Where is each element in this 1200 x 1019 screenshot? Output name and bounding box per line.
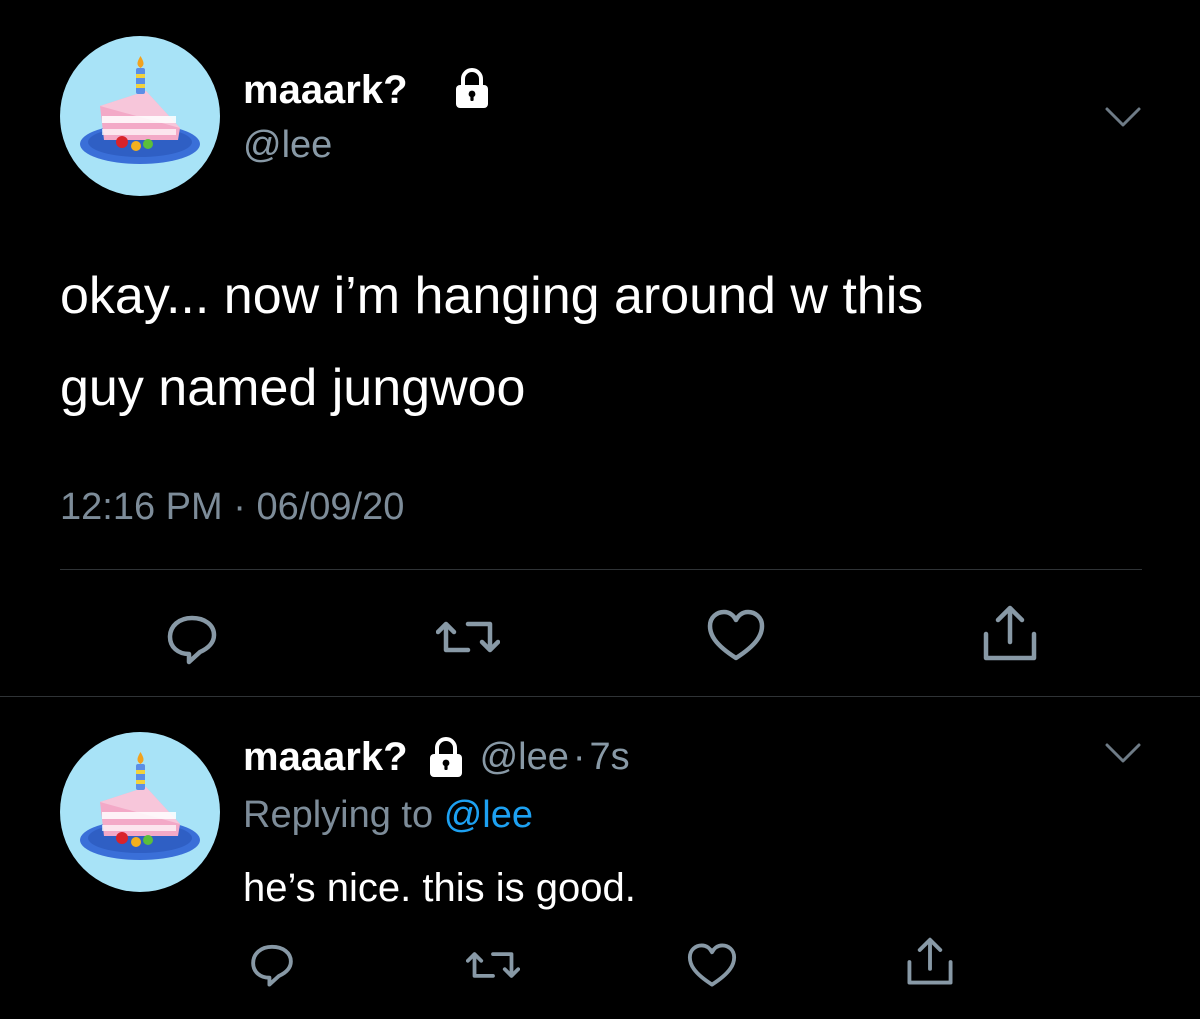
retweet-icon[interactable] [466, 944, 520, 986]
reply-icon[interactable] [164, 610, 220, 666]
reply-header: maaark? @lee · 7s [243, 733, 630, 781]
replying-to: Replying to @lee [243, 792, 533, 838]
user-handle[interactable]: @lee [480, 736, 569, 779]
reply-icon[interactable] [248, 940, 296, 988]
like-icon[interactable] [706, 608, 766, 662]
tweet-text: okay... now i’m hanging around w this gu… [60, 250, 1160, 434]
share-icon[interactable] [906, 936, 954, 988]
avatar[interactable] [60, 732, 220, 892]
tweet-text-line: guy named jungwoo [60, 359, 526, 417]
tweet-time: 12:16 PM [60, 486, 223, 528]
replying-label: Replying to [243, 794, 434, 836]
tweet-date: 06/09/20 [256, 486, 405, 528]
chevron-down-icon[interactable] [1104, 740, 1142, 766]
avatar[interactable] [60, 36, 220, 196]
tweet-text: he’s nice. this is good. [243, 866, 636, 910]
birthday-cake-avatar [80, 752, 200, 860]
tweet-text-line: okay... now i’m hanging around w this [60, 267, 924, 325]
replying-mention-link[interactable]: @lee [444, 794, 533, 836]
like-icon[interactable] [686, 942, 738, 988]
retweet-icon[interactable] [436, 612, 500, 662]
display-name[interactable]: maaark? [243, 66, 408, 114]
tweet-age[interactable]: 7s [590, 736, 630, 779]
lock-icon [426, 735, 466, 779]
user-handle[interactable]: @lee [243, 123, 332, 167]
tweet-timestamp[interactable]: 12:16 PM · 06/09/20 [60, 484, 404, 530]
share-icon[interactable] [982, 604, 1038, 664]
birthday-cake-avatar [80, 56, 200, 164]
meta-separator: · [222, 486, 257, 528]
divider [0, 696, 1200, 697]
meta-separator: · [572, 735, 586, 778]
lock-icon [452, 66, 492, 110]
divider [60, 569, 1142, 570]
chevron-down-icon[interactable] [1104, 104, 1142, 130]
display-name[interactable]: maaark? [243, 735, 408, 780]
